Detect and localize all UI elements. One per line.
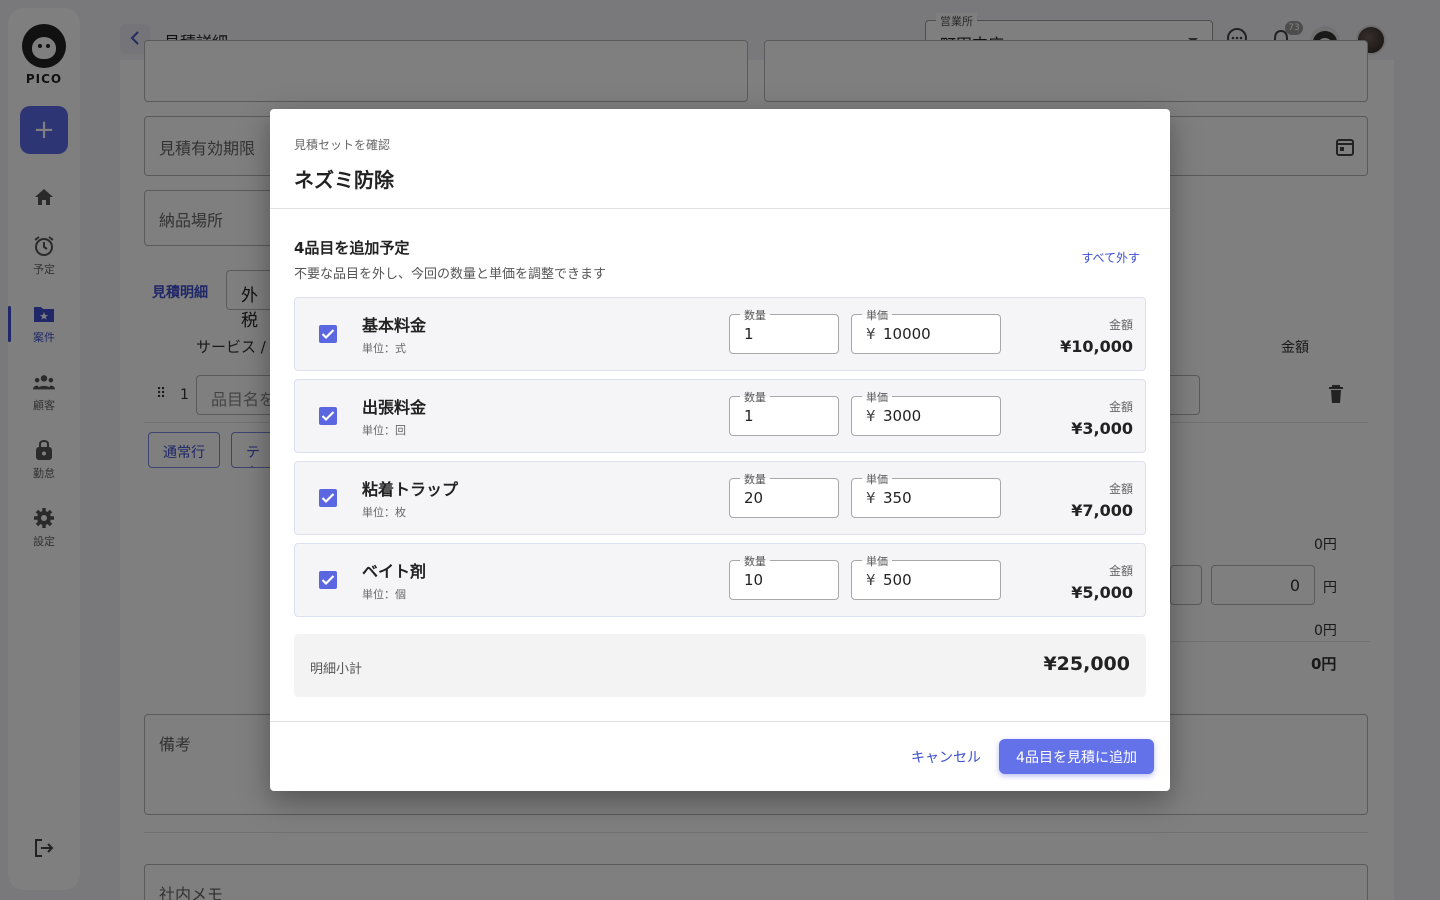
dialog-title: ネズミ防除 (294, 168, 394, 192)
check-icon (321, 493, 335, 504)
item-name: 基本料金 (362, 316, 427, 335)
list-item: ベイト剤 単位：個 数量 10 単価 ¥ 500 金額 ¥5,000 (294, 543, 1146, 617)
unit-price-value: 500 (883, 571, 912, 589)
check-icon (321, 575, 335, 586)
quantity-input[interactable]: 数量 20 (729, 471, 839, 518)
quantity-input[interactable]: 数量 1 (729, 307, 839, 354)
unit-price-label: 単価 (862, 553, 892, 569)
quantity-label: 数量 (740, 307, 770, 323)
item-unit: 単位：式 (362, 342, 406, 355)
quantity-input[interactable]: 数量 1 (729, 389, 839, 436)
estimate-set-dialog: 見積セットを確認 ネズミ防除 4品目を追加予定 不要な品目を外し、今回の数量と単… (270, 109, 1170, 791)
unit-price-input[interactable]: 単価 ¥ 350 (851, 471, 1001, 518)
item-checkbox[interactable] (319, 325, 337, 343)
item-name: 出張料金 (362, 398, 427, 417)
yen-prefix: ¥ (866, 489, 876, 507)
unit-price-label: 単価 (862, 471, 892, 487)
yen-prefix: ¥ (866, 407, 876, 425)
dialog-description: 不要な品目を外し、今回の数量と単価を調整できます (294, 267, 607, 282)
unit-price-value: 350 (883, 489, 912, 507)
item-unit: 単位：枚 (362, 506, 406, 519)
check-icon (321, 329, 335, 340)
yen-prefix: ¥ (866, 571, 876, 589)
quantity-value: 20 (744, 489, 764, 507)
unit-price-label: 単価 (862, 389, 892, 405)
unit-price-input[interactable]: 単価 ¥ 10000 (851, 307, 1001, 354)
item-checkbox[interactable] (319, 407, 337, 425)
quantity-value: 10 (744, 571, 764, 589)
uncheck-all-button[interactable]: すべて外す (1081, 249, 1140, 266)
subtotal-amount: ¥25,000 (1043, 653, 1130, 675)
check-icon (321, 411, 335, 422)
add-to-estimate-button[interactable]: 4品目を見積に追加 (999, 739, 1154, 774)
item-unit: 単位：個 (362, 588, 406, 601)
amount-label: 金額 (1108, 400, 1133, 414)
list-item: 粘着トラップ 単位：枚 数量 20 単価 ¥ 350 金額 ¥7,000 (294, 461, 1146, 535)
quantity-value: 1 (744, 325, 754, 343)
quantity-label: 数量 (740, 389, 770, 405)
quantity-label: 数量 (740, 471, 770, 487)
list-item: 基本料金 単位：式 数量 1 単価 ¥ 10000 金額 ¥10,000 (294, 297, 1146, 371)
item-unit: 単位：回 (362, 424, 406, 437)
amount-label: 金額 (1108, 564, 1133, 578)
quantity-label: 数量 (740, 553, 770, 569)
unit-price-value: 3000 (883, 407, 922, 425)
unit-price-value: 10000 (883, 325, 931, 343)
amount-label: 金額 (1108, 482, 1133, 496)
dialog-footer-divider (270, 721, 1170, 722)
item-checkbox[interactable] (319, 571, 337, 589)
unit-price-input[interactable]: 単価 ¥ 3000 (851, 389, 1001, 436)
unit-price-input[interactable]: 単価 ¥ 500 (851, 553, 1001, 600)
amount-value: ¥7,000 (1071, 501, 1133, 520)
unit-price-label: 単価 (862, 307, 892, 323)
amount-label: 金額 (1108, 318, 1133, 332)
amount-value: ¥3,000 (1071, 419, 1133, 438)
amount-value: ¥5,000 (1071, 583, 1133, 602)
list-item: 出張料金 単位：回 数量 1 単価 ¥ 3000 金額 ¥3,000 (294, 379, 1146, 453)
cancel-button[interactable]: キャンセル (911, 747, 981, 767)
yen-prefix: ¥ (866, 325, 876, 343)
item-name: 粘着トラップ (362, 480, 459, 499)
dialog-eyebrow: 見積セットを確認 (294, 138, 391, 152)
subtotal-label: 明細小計 (310, 662, 363, 677)
item-count-label: 4品目を追加予定 (294, 239, 410, 257)
item-name: ベイト剤 (362, 562, 427, 581)
amount-value: ¥10,000 (1060, 337, 1133, 356)
item-checkbox[interactable] (319, 489, 337, 507)
dialog-header-divider (270, 208, 1170, 209)
quantity-value: 1 (744, 407, 754, 425)
quantity-input[interactable]: 数量 10 (729, 553, 839, 600)
subtotal-box: 明細小計 ¥25,000 (294, 634, 1146, 697)
